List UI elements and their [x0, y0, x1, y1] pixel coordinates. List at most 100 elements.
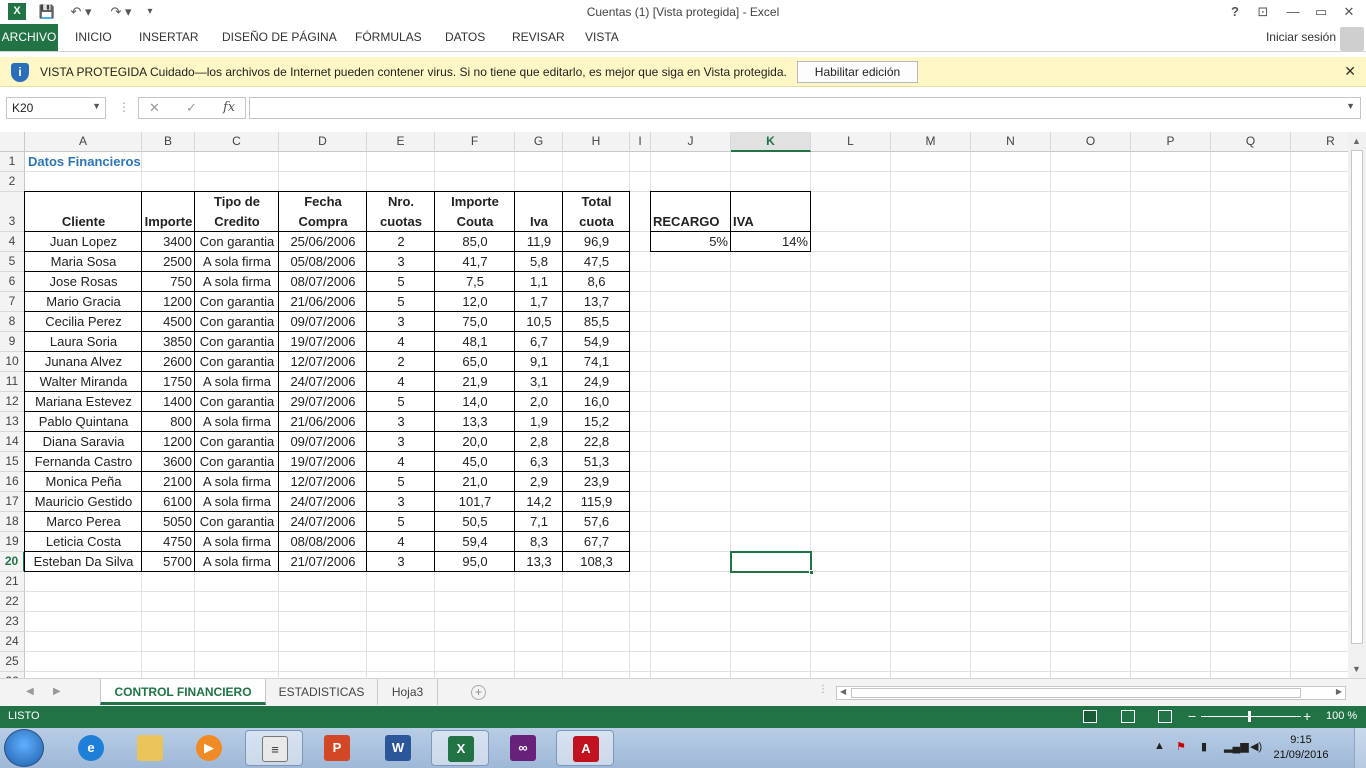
- notepad-icon[interactable]: ≡: [245, 730, 303, 766]
- row-header[interactable]: 18: [0, 512, 25, 532]
- column-header[interactable]: J: [651, 132, 731, 152]
- table-cell[interactable]: Walter Miranda: [25, 372, 142, 392]
- table-cell[interactable]: 16,0: [563, 392, 630, 412]
- row-header[interactable]: 11: [0, 372, 25, 392]
- zoom-in-icon[interactable]: +: [1303, 708, 1311, 724]
- prev-sheet-icon[interactable]: ◀: [26, 686, 34, 697]
- table-cell[interactable]: Con garantia: [195, 452, 279, 472]
- table-cell[interactable]: 29/07/2006: [279, 392, 367, 412]
- scroll-thumb[interactable]: [1351, 150, 1363, 644]
- page-break-view-icon[interactable]: [1158, 710, 1172, 723]
- tab-datos[interactable]: DATOS: [445, 30, 485, 44]
- enter-icon[interactable]: ✓: [186, 100, 197, 116]
- table-cell[interactable]: 08/07/2006: [279, 272, 367, 292]
- table-cell[interactable]: 21/06/2006: [279, 292, 367, 312]
- table-cell[interactable]: 5,8: [515, 252, 563, 272]
- row-header[interactable]: 25: [0, 652, 25, 672]
- ie-icon[interactable]: e: [62, 730, 120, 766]
- table-cell[interactable]: Leticia Costa: [25, 532, 142, 552]
- table-cell[interactable]: 24/07/2006: [279, 492, 367, 512]
- table-cell[interactable]: 2100: [142, 472, 195, 492]
- table-cell[interactable]: 8,3: [515, 532, 563, 552]
- battery-icon[interactable]: ▮: [1201, 740, 1207, 753]
- row-header[interactable]: 19: [0, 532, 25, 552]
- table-cell[interactable]: A sola firma: [195, 412, 279, 432]
- table-cell[interactable]: A sola firma: [195, 472, 279, 492]
- table-cell[interactable]: 2: [367, 232, 435, 252]
- table-cell[interactable]: 21/06/2006: [279, 412, 367, 432]
- zoom-slider-thumb[interactable]: [1248, 711, 1251, 722]
- visual-studio-icon[interactable]: ∞: [494, 730, 552, 766]
- row-header[interactable]: 22: [0, 592, 25, 612]
- table-cell[interactable]: 108,3: [563, 552, 630, 572]
- table-cell[interactable]: 7,5: [435, 272, 515, 292]
- close-icon[interactable]: ✕: [1344, 63, 1356, 80]
- column-header[interactable]: O: [1051, 132, 1131, 152]
- add-sheet-icon[interactable]: +: [471, 685, 486, 700]
- table-cell[interactable]: 1750: [142, 372, 195, 392]
- powerpoint-icon[interactable]: P: [308, 730, 366, 766]
- iva-value[interactable]: 14%: [731, 232, 808, 252]
- sheet-tab-estadisticas[interactable]: ESTADISTICAS: [266, 679, 378, 705]
- row-header[interactable]: 3: [0, 192, 25, 232]
- explorer-icon[interactable]: [121, 730, 179, 766]
- table-cell[interactable]: 67,7: [563, 532, 630, 552]
- table-cell[interactable]: 4: [367, 332, 435, 352]
- table-cell[interactable]: 4: [367, 532, 435, 552]
- table-cell[interactable]: 20,0: [435, 432, 515, 452]
- table-cell[interactable]: 3: [367, 312, 435, 332]
- table-cell[interactable]: 2,8: [515, 432, 563, 452]
- column-header[interactable]: F: [435, 132, 515, 152]
- table-cell[interactable]: 5: [367, 472, 435, 492]
- row-header[interactable]: 4: [0, 232, 25, 252]
- h-scroll-thumb[interactable]: [851, 688, 1301, 698]
- column-header[interactable]: E: [367, 132, 435, 152]
- sheet-tab-hoja3[interactable]: Hoja3: [378, 679, 438, 705]
- row-header[interactable]: 16: [0, 472, 25, 492]
- table-cell[interactable]: 12/07/2006: [279, 352, 367, 372]
- table-cell[interactable]: 7,1: [515, 512, 563, 532]
- column-header[interactable]: Q: [1211, 132, 1291, 152]
- table-cell[interactable]: 3: [367, 492, 435, 512]
- table-cell[interactable]: Fernanda Castro: [25, 452, 142, 472]
- enable-editing-button[interactable]: Habilitar edición: [797, 61, 918, 83]
- table-cell[interactable]: 3: [367, 412, 435, 432]
- column-header[interactable]: H: [563, 132, 630, 152]
- tab-insertar[interactable]: INSERTAR: [139, 30, 199, 44]
- table-cell[interactable]: 51,3: [563, 452, 630, 472]
- normal-view-icon[interactable]: [1083, 710, 1097, 723]
- scroll-down-icon[interactable]: ▼: [1352, 664, 1361, 674]
- table-cell[interactable]: 47,5: [563, 252, 630, 272]
- table-cell[interactable]: 3: [367, 432, 435, 452]
- recargo-value[interactable]: 5%: [651, 232, 728, 252]
- start-button[interactable]: [4, 729, 44, 767]
- table-cell[interactable]: 3600: [142, 452, 195, 472]
- horizontal-scrollbar[interactable]: ◀ ▶: [836, 686, 1346, 700]
- table-cell[interactable]: Marco Perea: [25, 512, 142, 532]
- table-cell[interactable]: Laura Soria: [25, 332, 142, 352]
- table-cell[interactable]: 85,5: [563, 312, 630, 332]
- zoom-slider[interactable]: [1201, 716, 1301, 717]
- table-cell[interactable]: Monica Peña: [25, 472, 142, 492]
- row-header[interactable]: 8: [0, 312, 25, 332]
- table-cell[interactable]: 4500: [142, 312, 195, 332]
- table-cell[interactable]: 6100: [142, 492, 195, 512]
- tab-diseno-de-pagina[interactable]: DISEÑO DE PÁGINA: [222, 30, 337, 44]
- table-cell[interactable]: 10,5: [515, 312, 563, 332]
- media-player-icon[interactable]: ▶: [180, 730, 238, 766]
- cancel-icon[interactable]: ✕: [149, 100, 160, 116]
- sign-in-link[interactable]: Iniciar sesión: [1266, 30, 1336, 44]
- table-cell[interactable]: 115,9: [563, 492, 630, 512]
- table-cell[interactable]: A sola firma: [195, 552, 279, 572]
- row-header[interactable]: 7: [0, 292, 25, 312]
- table-cell[interactable]: 22,8: [563, 432, 630, 452]
- table-cell[interactable]: 96,9: [563, 232, 630, 252]
- table-cell[interactable]: 85,0: [435, 232, 515, 252]
- table-cell[interactable]: 11,9: [515, 232, 563, 252]
- table-cell[interactable]: Con garantia: [195, 292, 279, 312]
- tab-formulas[interactable]: FÓRMULAS: [355, 30, 422, 44]
- table-cell[interactable]: 05/08/2006: [279, 252, 367, 272]
- word-icon[interactable]: W: [369, 730, 427, 766]
- zoom-level[interactable]: 100 %: [1326, 710, 1357, 722]
- table-cell[interactable]: Con garantia: [195, 392, 279, 412]
